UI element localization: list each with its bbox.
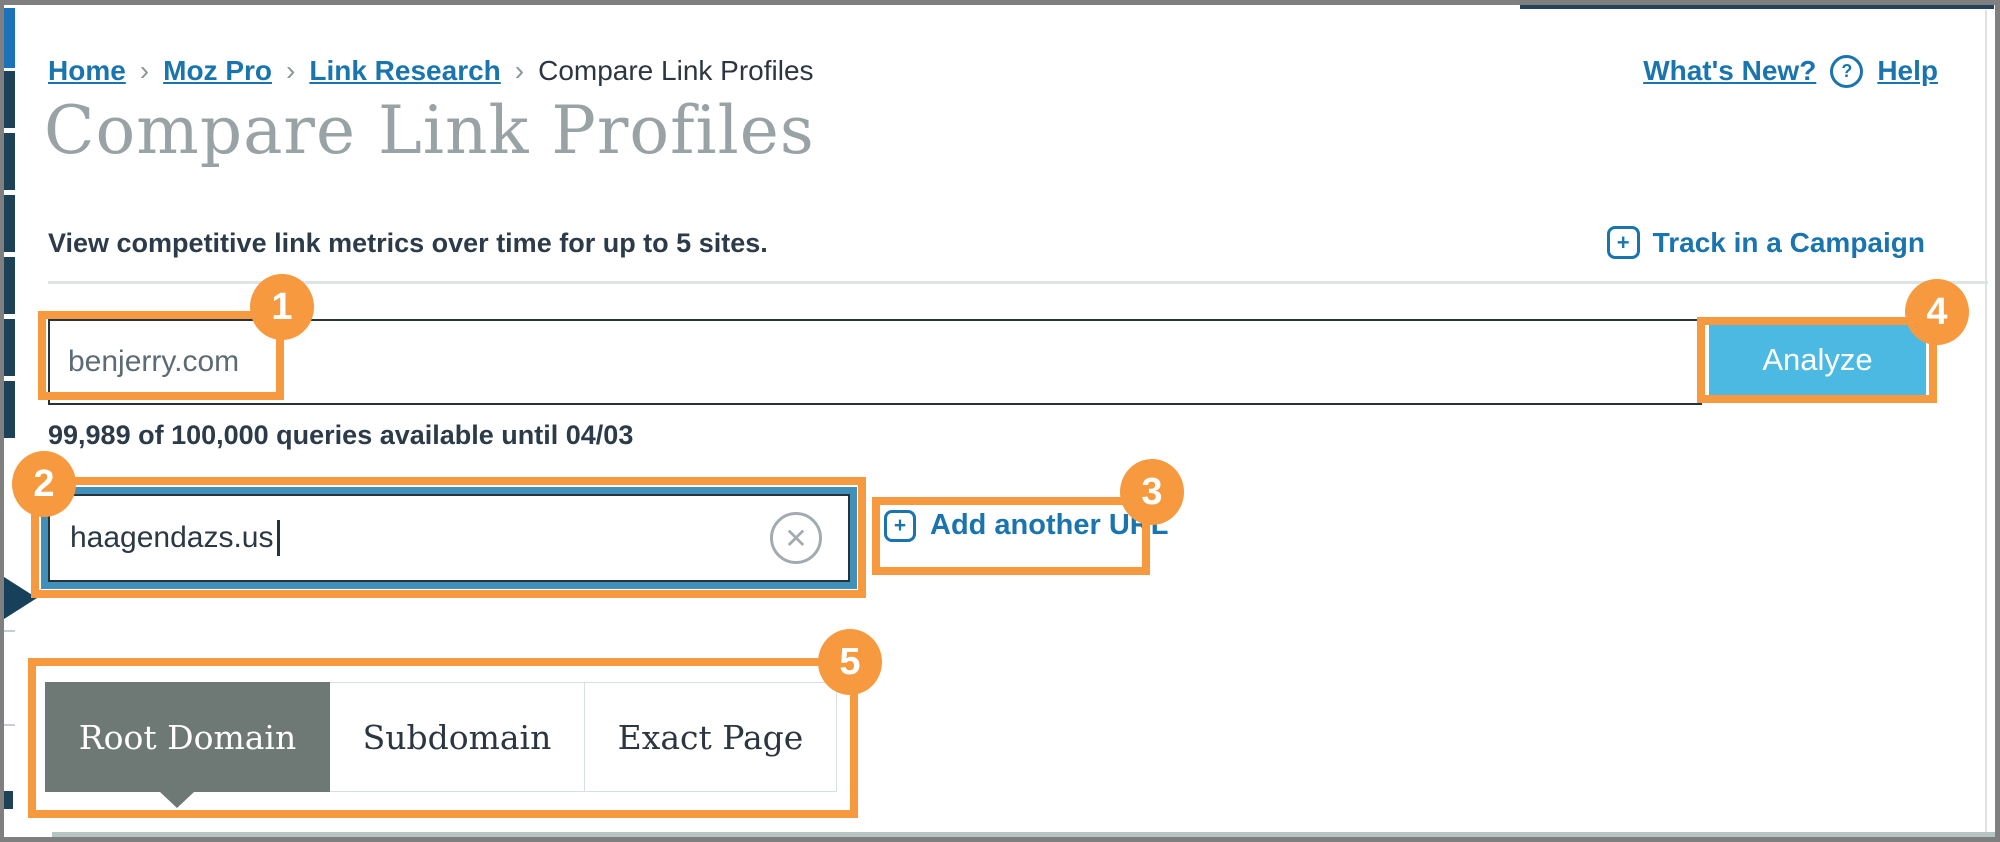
text-cursor: [277, 520, 280, 556]
callout-badge-3: 3: [1120, 459, 1184, 525]
sidebar-sliver-blue: [4, 8, 15, 68]
url-input-secondary-focus-ring: haagendazs.us ✕: [41, 487, 857, 589]
breadcrumb-separator: ›: [140, 55, 149, 87]
tab-subdomain[interactable]: Subdomain: [330, 682, 585, 792]
content-edge-line: [1985, 10, 1987, 832]
url-input-primary-value: benjerry.com: [68, 345, 239, 379]
callout-badge-1: 1: [250, 274, 314, 340]
page-title: Compare Link Profiles: [44, 92, 815, 169]
page-subtitle: View competitive link metrics over time …: [48, 228, 768, 259]
breadcrumb-link-link-research[interactable]: Link Research: [309, 55, 500, 87]
sidebar-hairline: [4, 630, 15, 632]
url-input-secondary[interactable]: haagendazs.us ✕: [48, 494, 850, 582]
callout-badge-4: 4: [1905, 279, 1969, 345]
clear-input-icon[interactable]: ✕: [770, 512, 822, 564]
sidebar-hairline: [4, 724, 15, 726]
breadcrumb: Home › Moz Pro › Link Research › Compare…: [48, 52, 1938, 90]
whats-new-link[interactable]: What's New?: [1643, 55, 1816, 87]
compare-link-profiles-page: Home › Moz Pro › Link Research › Compare…: [0, 0, 2000, 842]
analyze-button[interactable]: Analyze: [1709, 325, 1926, 395]
callout-badge-5: 5: [818, 629, 882, 695]
plus-icon: +: [884, 510, 916, 542]
add-another-url-button[interactable]: + Add another URL: [884, 509, 1168, 542]
track-in-campaign-label: Track in a Campaign: [1653, 227, 1925, 259]
sidebar-sliver: [4, 195, 15, 252]
sidebar-arrow-icon: [4, 577, 37, 619]
screenshot-border: [0, 0, 2000, 5]
screenshot-border: [0, 0, 4, 842]
help-icon: ?: [1830, 55, 1863, 88]
sidebar-sliver: [4, 791, 13, 809]
plus-icon: +: [1607, 226, 1640, 259]
breadcrumb-separator: ›: [515, 55, 524, 87]
tab-exact-page[interactable]: Exact Page: [584, 682, 837, 792]
utility-links: What's New? ? Help: [1643, 52, 1938, 90]
tab-root-domain[interactable]: Root Domain: [45, 682, 330, 792]
sidebar-sliver: [4, 257, 15, 314]
breadcrumb-current-page: Compare Link Profiles: [538, 55, 813, 87]
breadcrumb-separator: ›: [286, 55, 295, 87]
url-input-secondary-value: haagendazs.us: [70, 521, 274, 555]
breadcrumb-link-home[interactable]: Home: [48, 55, 126, 87]
sidebar-sliver: [4, 133, 15, 190]
scope-tab-bar: Root Domain Subdomain Exact Page: [45, 682, 837, 792]
screenshot-border: [0, 837, 2000, 842]
section-divider: [48, 281, 1988, 284]
callout-badge-2: 2: [12, 451, 76, 517]
sidebar-sliver: [4, 319, 15, 376]
breadcrumb-link-moz-pro[interactable]: Moz Pro: [163, 55, 272, 87]
sidebar-sliver: [4, 71, 15, 128]
queries-status-text: 99,989 of 100,000 queries available unti…: [48, 420, 633, 451]
screenshot-border: [1995, 0, 2000, 842]
help-link[interactable]: Help: [1877, 55, 1938, 87]
sidebar-sliver: [4, 381, 15, 438]
track-in-campaign-link[interactable]: + Track in a Campaign: [1607, 226, 1925, 259]
selected-tab-pointer: [160, 792, 194, 808]
